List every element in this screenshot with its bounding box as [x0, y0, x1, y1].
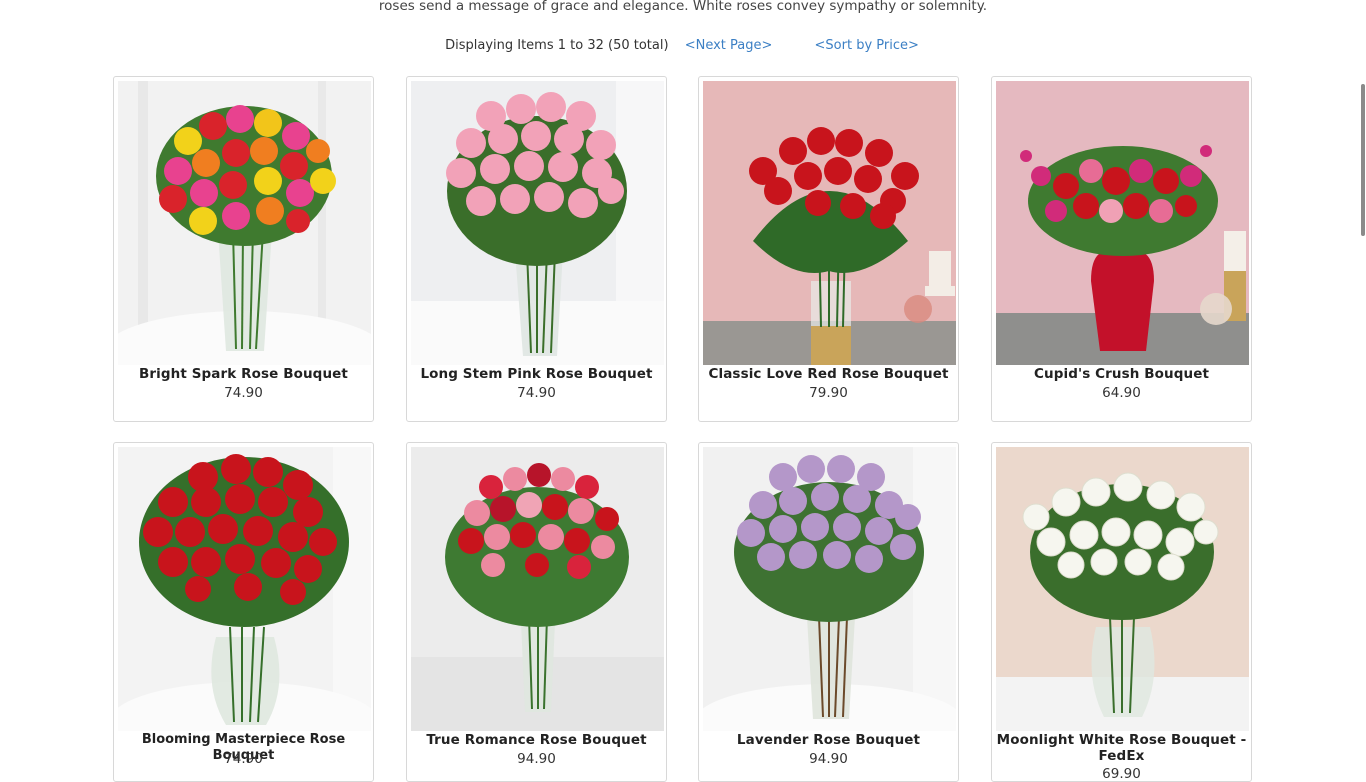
product-image[interactable] [703, 81, 956, 365]
product-name[interactable]: Lavender Rose Bouquet [703, 732, 954, 748]
product-card[interactable]: True Romance Rose Bouquet 94.90 [406, 442, 667, 782]
product-price: 79.90 [809, 385, 848, 401]
product-image[interactable] [411, 81, 664, 365]
product-price: 94.90 [809, 751, 848, 767]
product-image[interactable] [118, 447, 371, 731]
product-price: 74.90 [224, 751, 263, 767]
product-image[interactable] [118, 81, 371, 365]
product-card[interactable]: Blooming Masterpiece Rose Bouquet 74.90 [113, 442, 374, 782]
product-name[interactable]: Cupid's Crush Bouquet [996, 366, 1247, 382]
product-card[interactable]: Lavender Rose Bouquet 94.90 [698, 442, 959, 782]
product-image[interactable] [996, 447, 1249, 731]
category-intro-text: roses send a message of grace and elegan… [378, 0, 988, 14]
product-image[interactable] [996, 81, 1249, 365]
product-price: 64.90 [1102, 385, 1141, 401]
product-price: 94.90 [517, 751, 556, 767]
product-name[interactable]: Moonlight White Rose Bouquet - FedEx [996, 732, 1247, 764]
product-price: 74.90 [224, 385, 263, 401]
product-name[interactable]: Classic Love Red Rose Bouquet [703, 366, 954, 382]
product-image[interactable] [703, 447, 956, 731]
product-card[interactable]: Moonlight White Rose Bouquet - FedEx 69.… [991, 442, 1252, 782]
category-intro: roses send a message of grace and elegan… [0, 0, 1366, 15]
product-name[interactable]: Bright Spark Rose Bouquet [118, 366, 369, 382]
product-name[interactable]: Long Stem Pink Rose Bouquet [411, 366, 662, 382]
next-page-link[interactable]: <Next Page> [685, 38, 773, 53]
product-card[interactable]: Classic Love Red Rose Bouquet 79.90 [698, 76, 959, 422]
product-image[interactable] [411, 447, 664, 731]
product-price: 74.90 [517, 385, 556, 401]
sort-by-price-link[interactable]: <Sort by Price> [815, 38, 919, 53]
product-name[interactable]: True Romance Rose Bouquet [411, 732, 662, 748]
product-price: 69.90 [1102, 766, 1141, 782]
scrollbar-thumb[interactable] [1361, 84, 1365, 236]
items-count: Displaying Items 1 to 32 (50 total) [445, 38, 669, 53]
page-scrollbar[interactable] [1360, 0, 1366, 768]
product-card[interactable]: Cupid's Crush Bouquet 64.90 [991, 76, 1252, 422]
product-card[interactable]: Long Stem Pink Rose Bouquet 74.90 [406, 76, 667, 422]
pagination-bar: Displaying Items 1 to 32 (50 total) <Nex… [0, 38, 1366, 54]
product-card[interactable]: Bright Spark Rose Bouquet 74.90 [113, 76, 374, 422]
